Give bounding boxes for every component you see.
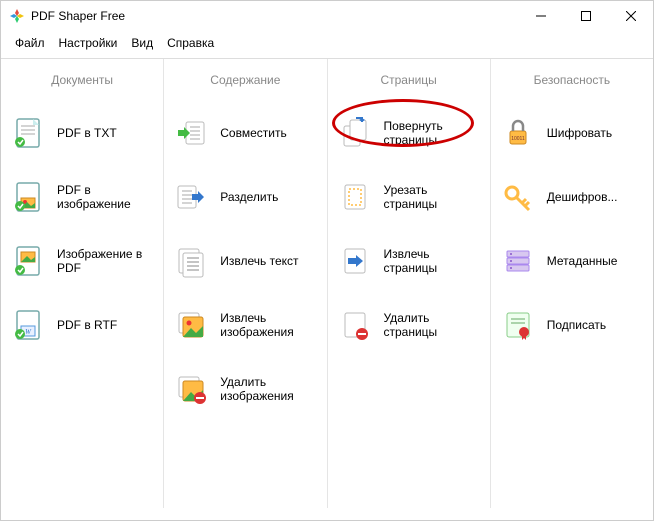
minimize-button[interactable] bbox=[518, 1, 563, 31]
svg-text:10011: 10011 bbox=[511, 136, 525, 142]
action-sign[interactable]: Подписать bbox=[491, 293, 653, 357]
menu-settings[interactable]: Настройки bbox=[53, 34, 124, 52]
action-encrypt[interactable]: 10011 Шифровать bbox=[491, 101, 653, 165]
merge-icon bbox=[174, 116, 208, 150]
action-decrypt[interactable]: Дешифров... bbox=[491, 165, 653, 229]
extract-text-icon bbox=[174, 244, 208, 278]
item-label: Дешифров... bbox=[547, 190, 618, 204]
item-label: Удалить изображения bbox=[220, 375, 316, 404]
split-icon bbox=[174, 180, 208, 214]
action-image-to-pdf[interactable]: Изображение в PDF bbox=[1, 229, 163, 293]
menu-help[interactable]: Справка bbox=[161, 34, 220, 52]
item-label: Извлечь текст bbox=[220, 254, 298, 268]
item-label: Извлечь изображения bbox=[220, 311, 316, 340]
action-metadata[interactable]: Метаданные bbox=[491, 229, 653, 293]
column-content: Содержание Совместить Разделить Извлечь … bbox=[164, 59, 327, 508]
item-label: PDF в изображение bbox=[57, 183, 153, 212]
action-pdf-to-rtf[interactable]: W PDF в RTF bbox=[1, 293, 163, 357]
pdf-txt-icon bbox=[11, 116, 45, 150]
item-label: PDF в TXT bbox=[57, 126, 117, 140]
extract-pages-icon bbox=[338, 244, 372, 278]
item-label: Метаданные bbox=[547, 254, 618, 268]
column-header: Документы bbox=[1, 69, 163, 101]
menu-view[interactable]: Вид bbox=[125, 34, 159, 52]
maximize-button[interactable] bbox=[563, 1, 608, 31]
main-grid: Документы PDF в TXT PDF в изображение Из… bbox=[1, 59, 653, 508]
extract-images-icon bbox=[174, 308, 208, 342]
column-pages: Страницы Повернуть страницы Урезать стра… bbox=[328, 59, 491, 508]
column-header: Страницы bbox=[328, 69, 490, 101]
action-merge[interactable]: Совместить bbox=[164, 101, 326, 165]
item-label: PDF в RTF bbox=[57, 318, 117, 332]
item-label: Шифровать bbox=[547, 126, 612, 140]
column-header: Содержание bbox=[164, 69, 326, 101]
menu-file[interactable]: Файл bbox=[9, 34, 51, 52]
titlebar: PDF Shaper Free bbox=[1, 1, 653, 31]
action-pdf-to-txt[interactable]: PDF в TXT bbox=[1, 101, 163, 165]
pdf-rtf-icon: W bbox=[11, 308, 45, 342]
rotate-icon bbox=[338, 116, 372, 150]
window-controls bbox=[518, 1, 653, 31]
item-label: Изображение в PDF bbox=[57, 247, 153, 276]
key-icon bbox=[501, 180, 535, 214]
item-label: Удалить страницы bbox=[384, 311, 480, 340]
window-title: PDF Shaper Free bbox=[31, 9, 518, 23]
metadata-icon bbox=[501, 244, 535, 278]
action-crop-pages[interactable]: Урезать страницы bbox=[328, 165, 490, 229]
action-delete-pages[interactable]: Удалить страницы bbox=[328, 293, 490, 357]
item-label: Извлечь страницы bbox=[384, 247, 480, 276]
column-header: Безопасность bbox=[491, 69, 653, 101]
close-button[interactable] bbox=[608, 1, 653, 31]
action-pdf-to-image[interactable]: PDF в изображение bbox=[1, 165, 163, 229]
crop-icon bbox=[338, 180, 372, 214]
item-label: Урезать страницы bbox=[384, 183, 480, 212]
item-label: Повернуть страницы bbox=[384, 119, 480, 148]
action-extract-images[interactable]: Извлечь изображения bbox=[164, 293, 326, 357]
column-security: Безопасность 10011 Шифровать Дешифров...… bbox=[491, 59, 653, 508]
lock-icon: 10011 bbox=[501, 116, 535, 150]
delete-images-icon bbox=[174, 372, 208, 406]
delete-pages-icon bbox=[338, 308, 372, 342]
action-extract-text[interactable]: Извлечь текст bbox=[164, 229, 326, 293]
certificate-icon bbox=[501, 308, 535, 342]
action-split[interactable]: Разделить bbox=[164, 165, 326, 229]
image-pdf-icon bbox=[11, 244, 45, 278]
action-delete-images[interactable]: Удалить изображения bbox=[164, 357, 326, 421]
item-label: Разделить bbox=[220, 190, 278, 204]
menubar: Файл Настройки Вид Справка bbox=[1, 31, 653, 59]
app-icon bbox=[9, 8, 25, 24]
item-label: Совместить bbox=[220, 126, 286, 140]
action-rotate-pages[interactable]: Повернуть страницы bbox=[328, 101, 490, 165]
item-label: Подписать bbox=[547, 318, 606, 332]
action-extract-pages[interactable]: Извлечь страницы bbox=[328, 229, 490, 293]
column-documents: Документы PDF в TXT PDF в изображение Из… bbox=[1, 59, 164, 508]
pdf-image-icon bbox=[11, 180, 45, 214]
